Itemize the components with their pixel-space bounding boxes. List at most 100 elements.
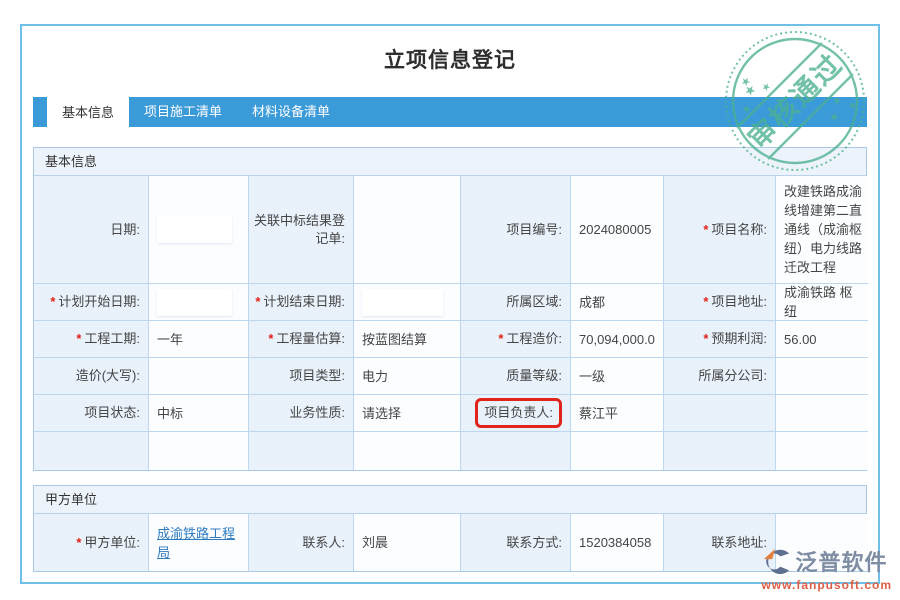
quality-grade-value: 一级 bbox=[571, 358, 664, 395]
party-a-unit-label: *甲方单位: bbox=[34, 514, 149, 571]
tab-bar: 基本信息项目施工清单材料设备清单 bbox=[33, 97, 867, 127]
empty-label bbox=[461, 432, 571, 470]
project-name-value: 改建铁路成渝线增建第二直通线（成渝枢纽）电力线路迁改工程 bbox=[776, 176, 868, 284]
project-type-label: 项目类型: bbox=[249, 358, 354, 395]
business-nature-text[interactable]: 请选择 bbox=[362, 404, 401, 423]
section-basic-header: 基本信息 bbox=[34, 148, 866, 176]
party-a-grid: *甲方单位:成渝铁路工程局联系人: 刘晨 联系方式: 1520384058 联系地址: bbox=[34, 514, 866, 571]
page-title: 立项信息登记 bbox=[22, 44, 878, 74]
empty-value bbox=[776, 395, 868, 432]
project-address-value: 成渝铁路 枢纽 bbox=[776, 284, 868, 321]
empty-label bbox=[249, 432, 354, 470]
project-code-text: 2024080005 bbox=[579, 220, 651, 239]
region-value: 成都 bbox=[571, 284, 664, 321]
quantity-estimate-value: 按蓝图结算 bbox=[354, 321, 461, 358]
project-duration-text: 一年 bbox=[157, 330, 183, 349]
fanpu-logo-icon bbox=[761, 547, 791, 575]
empty-value bbox=[354, 432, 461, 470]
project-status-label: 项目状态: bbox=[34, 395, 149, 432]
section-party-a-header: 甲方单位 bbox=[34, 486, 866, 514]
project-name-label: *项目名称: bbox=[664, 176, 776, 284]
basic-info-grid: 日期: 关联中标结果登记单: 项目编号: 2024080005 *项目名称:改建铁路成渝… bbox=[34, 176, 866, 470]
empty-value bbox=[149, 432, 249, 470]
fanpu-logo-url: www.fanpusoft.com bbox=[761, 578, 892, 592]
project-status-text: 中标 bbox=[157, 404, 183, 423]
required-asterisk: * bbox=[76, 331, 81, 346]
business-nature-label: 业务性质: bbox=[249, 395, 354, 432]
project-cost-value: 70,094,000.0 bbox=[571, 321, 664, 358]
region-label: 所属区域: bbox=[461, 284, 571, 321]
quality-grade-label: 质量等级: bbox=[461, 358, 571, 395]
highlight-box: 项目负责人: bbox=[475, 398, 562, 428]
required-asterisk: * bbox=[50, 294, 55, 309]
contact-phone-label: 联系方式: bbox=[461, 514, 571, 571]
form-panel: 立项信息登记 基本信息项目施工清单材料设备清单 基本信息 日期:关联中标结果登记… bbox=[20, 24, 880, 584]
plan-start-date-input[interactable] bbox=[157, 289, 232, 316]
plan-end-date-label: *计划结束日期: bbox=[249, 284, 354, 321]
contact-person-value: 刘晨 bbox=[354, 514, 461, 571]
project-manager-value: 蔡江平 bbox=[571, 395, 664, 432]
contact-address-label: 联系地址: bbox=[664, 514, 776, 571]
project-address-text: 成渝铁路 枢纽 bbox=[784, 284, 864, 321]
project-cost-text: 70,094,000.0 bbox=[579, 330, 655, 349]
fanpu-logo-text: 泛普软件 bbox=[795, 545, 887, 577]
fanpu-logo: 泛普软件 www.fanpusoft.com bbox=[761, 545, 892, 592]
quantity-estimate-label: *工程量估算: bbox=[249, 321, 354, 358]
contact-person-text: 刘晨 bbox=[362, 533, 388, 552]
related-bid-result-value bbox=[354, 176, 461, 284]
branch-company-label: 所属分公司: bbox=[664, 358, 776, 395]
date-input[interactable] bbox=[157, 216, 232, 243]
tab-0-active[interactable]: 基本信息 bbox=[47, 94, 129, 131]
tab-1[interactable]: 项目施工清单 bbox=[129, 97, 237, 127]
cost-in-words-label: 造价(大写): bbox=[34, 358, 149, 395]
cost-in-words-value bbox=[149, 358, 249, 395]
project-duration-value: 一年 bbox=[149, 321, 249, 358]
required-asterisk: * bbox=[703, 222, 708, 237]
plan-end-date-value bbox=[354, 284, 461, 321]
project-status-value: 中标 bbox=[149, 395, 249, 432]
project-code-label: 项目编号: bbox=[461, 176, 571, 284]
project-type-value: 电力 bbox=[354, 358, 461, 395]
empty-label bbox=[664, 432, 776, 470]
region-text: 成都 bbox=[579, 293, 605, 312]
contact-phone-text: 1520384058 bbox=[579, 533, 651, 552]
plan-start-date-label: *计划开始日期: bbox=[34, 284, 149, 321]
empty-label bbox=[664, 395, 776, 432]
expected-profit-text: 56.00 bbox=[784, 330, 817, 349]
expected-profit-label: *预期利润: bbox=[664, 321, 776, 358]
plan-end-date-input[interactable] bbox=[362, 289, 443, 316]
quality-grade-text: 一级 bbox=[579, 367, 605, 386]
empty-value bbox=[571, 432, 664, 470]
project-cost-label: *工程造价: bbox=[461, 321, 571, 358]
page: 立项信息登记 基本信息项目施工清单材料设备清单 基本信息 日期:关联中标结果登记… bbox=[0, 0, 900, 600]
business-nature-value: 请选择 bbox=[354, 395, 461, 432]
party-a-unit-link[interactable]: 成渝铁路工程局 bbox=[157, 524, 244, 562]
project-manager-text: 蔡江平 bbox=[579, 404, 618, 423]
project-type-text: 电力 bbox=[362, 367, 388, 386]
tab-2[interactable]: 材料设备清单 bbox=[237, 97, 345, 127]
empty-label bbox=[34, 432, 149, 470]
section-basic-info: 基本信息 日期: 关联中标结果登记单: 项目编号: 2024080005 *项目名称:改… bbox=[33, 147, 867, 471]
required-asterisk: * bbox=[703, 331, 708, 346]
date-label: 日期: bbox=[34, 176, 149, 284]
related-bid-result-label: 关联中标结果登记单: bbox=[249, 176, 354, 284]
required-asterisk: * bbox=[703, 294, 708, 309]
required-asterisk: * bbox=[76, 535, 81, 550]
date-value bbox=[149, 176, 249, 284]
section-party-a: 甲方单位 *甲方单位:成渝铁路工程局联系人: 刘晨 联系方式: 1520384058 联… bbox=[33, 485, 867, 572]
branch-company-value bbox=[776, 358, 868, 395]
quantity-estimate-text: 按蓝图结算 bbox=[362, 330, 427, 349]
plan-start-date-value bbox=[149, 284, 249, 321]
project-duration-label: *工程工期: bbox=[34, 321, 149, 358]
required-asterisk: * bbox=[255, 294, 260, 309]
party-a-unit-value: 成渝铁路工程局 bbox=[149, 514, 249, 571]
expected-profit-value: 56.00 bbox=[776, 321, 868, 358]
contact-person-label: 联系人: bbox=[249, 514, 354, 571]
empty-value bbox=[776, 432, 868, 470]
project-address-label: *项目地址: bbox=[664, 284, 776, 321]
contact-phone-value: 1520384058 bbox=[571, 514, 664, 571]
project-manager-label: 项目负责人: bbox=[461, 395, 571, 432]
project-name-text: 改建铁路成渝线增建第二直通线（成渝枢纽）电力线路迁改工程 bbox=[784, 182, 864, 277]
required-asterisk: * bbox=[498, 331, 503, 346]
required-asterisk: * bbox=[268, 331, 273, 346]
